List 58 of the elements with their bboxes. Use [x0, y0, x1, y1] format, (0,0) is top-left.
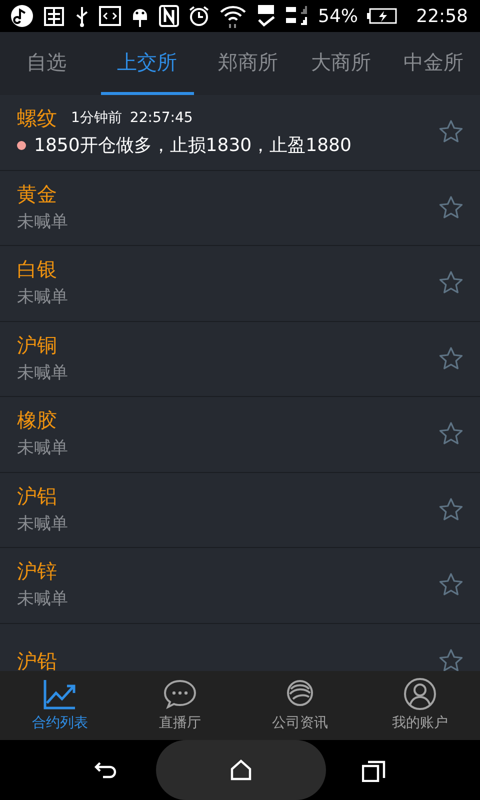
- contract-name: 沪铜: [17, 332, 57, 358]
- time-ago: 1分钟前: [71, 108, 122, 128]
- clock: 22:58: [416, 4, 468, 28]
- signal-icon: [285, 4, 309, 28]
- star-icon[interactable]: [438, 648, 464, 671]
- contract-row[interactable]: 沪锌 未喊单: [0, 548, 480, 624]
- contract-name: 螺纹: [17, 105, 57, 132]
- timestamp: 22:57:45: [130, 108, 193, 128]
- contract-name: 橡胶: [17, 407, 57, 434]
- nav-label: 我的账户: [392, 714, 448, 732]
- code-icon: [99, 6, 121, 26]
- exchange-tab[interactable]: 大商所: [294, 32, 388, 95]
- home-icon: [230, 759, 252, 781]
- call-status: 未喊单: [17, 210, 69, 234]
- contract-name: 白银: [17, 256, 57, 282]
- nav-tab[interactable]: 我的账户: [360, 671, 480, 740]
- recent-apps-icon: [362, 760, 386, 782]
- usb-icon: [74, 5, 90, 27]
- call-status: 未喊单: [17, 286, 69, 310]
- star-icon[interactable]: [438, 194, 464, 221]
- call-status: 未喊单: [17, 588, 69, 612]
- contract-row[interactable]: 螺纹 1分钟前 22:57:45 1850开仓做多，止损1830，止盈1880: [0, 95, 480, 170]
- app-icon: [43, 5, 65, 27]
- exchange-tab[interactable]: 中金所: [387, 32, 480, 95]
- contract-row[interactable]: 黄金 未喊单: [0, 170, 480, 246]
- status-dot: [17, 140, 26, 150]
- chart-icon: [43, 678, 77, 710]
- nfc-icon: [159, 5, 179, 27]
- alarm-icon: [188, 5, 210, 27]
- contract-row[interactable]: 沪铝 未喊单: [0, 472, 480, 548]
- star-icon[interactable]: [438, 496, 464, 523]
- contract-name: 黄金: [17, 180, 57, 207]
- battery-percentage: 54%: [318, 4, 358, 28]
- contract-name: 沪铝: [17, 482, 57, 509]
- nav-tab[interactable]: 公司资讯: [240, 671, 360, 740]
- nav-label: 直播厅: [159, 714, 201, 732]
- nav-tab[interactable]: 合约列表: [0, 671, 120, 740]
- star-icon[interactable]: [438, 346, 464, 372]
- exchange-tab[interactable]: 自选: [0, 32, 93, 95]
- nav-tab[interactable]: 直播厅: [120, 671, 240, 740]
- contract-row[interactable]: 橡胶 未喊单: [0, 397, 480, 472]
- contract-row[interactable]: 白银 未喊单: [0, 246, 480, 322]
- chat-bubble-icon: [163, 678, 197, 710]
- call-status: 未喊单: [17, 437, 69, 460]
- user-icon: [403, 678, 437, 710]
- battery-icon: [367, 8, 398, 24]
- exchange-tab[interactable]: 郑商所: [202, 32, 294, 95]
- nav-label: 公司资讯: [272, 714, 328, 732]
- contract-name: 沪铅: [17, 648, 57, 671]
- wifi-icon: [219, 4, 247, 28]
- nav-label: 合约列表: [32, 714, 88, 732]
- call-status: 未喊单: [17, 362, 69, 385]
- network-check-icon: [256, 4, 276, 28]
- contract-name: 沪锌: [17, 558, 57, 584]
- signal-message: 1850开仓做多，止损1830，止盈1880: [34, 134, 352, 158]
- contract-row[interactable]: 沪铜 未喊单: [0, 322, 480, 397]
- music-note-icon: [10, 4, 34, 28]
- call-status: 未喊单: [17, 512, 69, 536]
